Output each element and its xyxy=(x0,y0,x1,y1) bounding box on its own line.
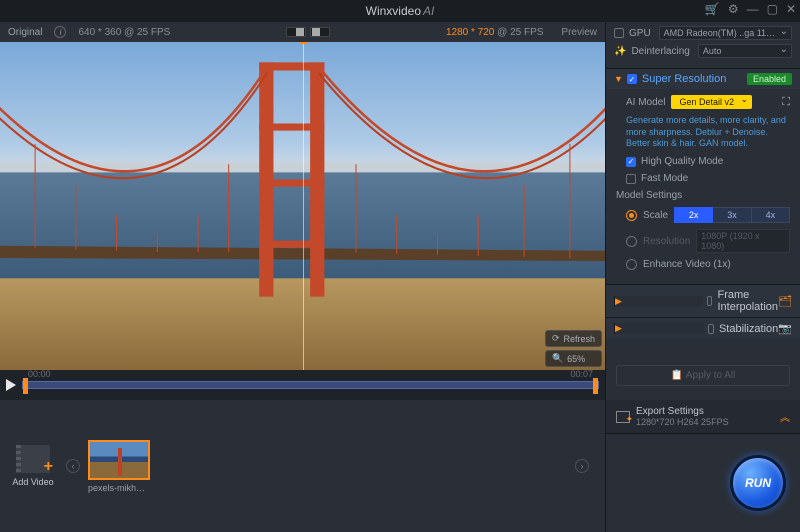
frame-interpolation-checkbox[interactable] xyxy=(707,296,713,306)
scale-3x[interactable]: 3x xyxy=(713,207,751,223)
scale-radio[interactable] xyxy=(626,210,637,221)
super-resolution-checkbox[interactable] xyxy=(627,74,637,84)
resolution-label: Resolution xyxy=(643,236,690,247)
scale-2x[interactable]: 2x xyxy=(674,207,713,223)
source-spec: 640 * 360 @ 25 FPS xyxy=(78,27,170,38)
wand-icon: ✨ xyxy=(614,46,626,57)
export-icon xyxy=(616,411,630,423)
settings-panel: GPU AMD Radeon(TM) ..ga 11 Graph ✨ Deint… xyxy=(605,22,800,400)
super-resolution-title: Super Resolution xyxy=(642,73,747,85)
output-spec: 1280 * 720 @ 25 FPS xyxy=(446,27,543,38)
hq-mode-label: High Quality Mode xyxy=(641,156,723,167)
chevron-up-icon: ︽ xyxy=(780,409,790,424)
gpu-checkbox[interactable] xyxy=(614,28,624,38)
fast-mode-checkbox[interactable] xyxy=(626,174,636,184)
title-bar: WinxvideoAI 🛒 ⚙ — ▢ ✕ xyxy=(0,0,800,22)
clip-strip: Add Video ‹ pexels-mikhail-nil › xyxy=(0,400,605,532)
trim-end-handle[interactable] xyxy=(593,378,598,394)
scale-label: Scale xyxy=(643,210,668,221)
thumbnail-image xyxy=(88,440,150,480)
scale-4x[interactable]: 4x xyxy=(752,207,790,223)
enabled-badge: Enabled xyxy=(747,73,792,85)
chevron-right-icon xyxy=(614,323,704,334)
clips-next-button[interactable]: › xyxy=(575,459,589,473)
compare-divider-handle[interactable] xyxy=(299,42,307,44)
export-detail: 1280*720 H264 25FPS xyxy=(636,417,729,427)
scale-segmented: 2x 3x 4x xyxy=(674,207,790,223)
cart-icon[interactable]: 🛒 xyxy=(705,2,720,16)
preview-pane[interactable]: ⟳Refresh 🔍65% xyxy=(0,42,605,370)
settings-icon[interactable]: ⚙ xyxy=(728,2,739,16)
ai-model-label: AI Model xyxy=(626,97,665,108)
resolution-select[interactable]: 1080P (1920 x 1080) xyxy=(696,229,790,253)
expand-icon[interactable]: ⛶ xyxy=(782,96,790,109)
add-video-label: Add Video xyxy=(8,477,58,487)
chevron-down-icon xyxy=(614,74,623,84)
time-end: 00:07 xyxy=(570,369,593,379)
clips-prev-button[interactable]: ‹ xyxy=(66,459,80,473)
apply-to-all-button[interactable]: 📋 Apply to All xyxy=(616,365,790,386)
export-title: Export Settings xyxy=(636,406,729,417)
run-button[interactable]: RUN xyxy=(730,455,786,511)
timeline: 00:00 00:07 xyxy=(0,370,605,400)
export-settings-button[interactable]: Export Settings 1280*720 H264 25FPS ︽ xyxy=(606,400,800,434)
original-label: Original xyxy=(8,27,42,38)
compare-side-b-icon[interactable] xyxy=(310,27,330,37)
frame-interpolation-header[interactable]: Frame Interpolation 🗂 xyxy=(606,285,800,317)
hq-mode-checkbox[interactable] xyxy=(626,157,636,167)
compare-divider[interactable] xyxy=(303,42,304,370)
trim-start-handle[interactable] xyxy=(23,378,28,394)
play-button[interactable] xyxy=(6,379,16,391)
model-description: Generate more details, more clarity, and… xyxy=(626,115,790,150)
preview-info-bar: Original i 640 * 360 @ 25 FPS 1280 * 720… xyxy=(0,22,605,42)
deinterlace-label: Deinterlacing xyxy=(631,46,689,57)
stabilization-title: Stabilization xyxy=(719,323,778,335)
frame-interpolation-title: Frame Interpolation xyxy=(717,289,778,313)
stabilization-checkbox[interactable] xyxy=(708,324,714,334)
thumbnail-name: pexels-mikhail-nil xyxy=(88,483,150,493)
gpu-select[interactable]: AMD Radeon(TM) ..ga 11 Graph xyxy=(659,26,792,40)
copy-icon: 📋 xyxy=(671,370,683,381)
fast-mode-label: Fast Mode xyxy=(641,173,688,184)
minimize-icon[interactable]: — xyxy=(747,2,759,16)
window-controls: 🛒 ⚙ — ▢ ✕ xyxy=(705,2,796,16)
preview-label: Preview xyxy=(561,27,597,38)
frames-icon: 🗂 xyxy=(778,295,792,308)
stabilization-header[interactable]: Stabilization 📷 xyxy=(606,318,800,339)
app-title: WinxvideoAI xyxy=(366,4,435,18)
maximize-icon[interactable]: ▢ xyxy=(767,2,778,16)
add-video-button[interactable]: Add Video xyxy=(8,445,58,487)
enhance-label: Enhance Video (1x) xyxy=(643,259,731,270)
gpu-label: GPU xyxy=(629,28,651,39)
enhance-radio[interactable] xyxy=(626,259,637,270)
add-video-icon xyxy=(16,445,50,473)
time-start: 00:00 xyxy=(28,369,51,379)
chevron-right-icon xyxy=(614,296,703,307)
timeline-track[interactable]: 00:00 00:07 xyxy=(22,381,599,389)
model-settings-label: Model Settings xyxy=(616,190,790,201)
ai-model-select[interactable]: Gen Detail v2 xyxy=(671,95,752,109)
super-resolution-header[interactable]: Super Resolution Enabled xyxy=(606,69,800,89)
compare-side-a-icon[interactable] xyxy=(286,27,306,37)
deinterlace-select[interactable]: Auto xyxy=(698,44,792,58)
clip-thumbnail[interactable]: pexels-mikhail-nil xyxy=(88,440,150,493)
refresh-icon: ⟳ xyxy=(552,333,560,344)
zoom-icon: 🔍 xyxy=(552,353,563,364)
close-icon[interactable]: ✕ xyxy=(786,2,796,16)
resolution-radio[interactable] xyxy=(626,236,637,247)
info-icon[interactable]: i xyxy=(54,26,66,38)
zoom-button[interactable]: 🔍65% xyxy=(545,350,602,367)
camera-icon: 📷 xyxy=(778,322,792,335)
refresh-button[interactable]: ⟳Refresh xyxy=(545,330,602,347)
compare-mode-toggle[interactable] xyxy=(286,27,330,37)
